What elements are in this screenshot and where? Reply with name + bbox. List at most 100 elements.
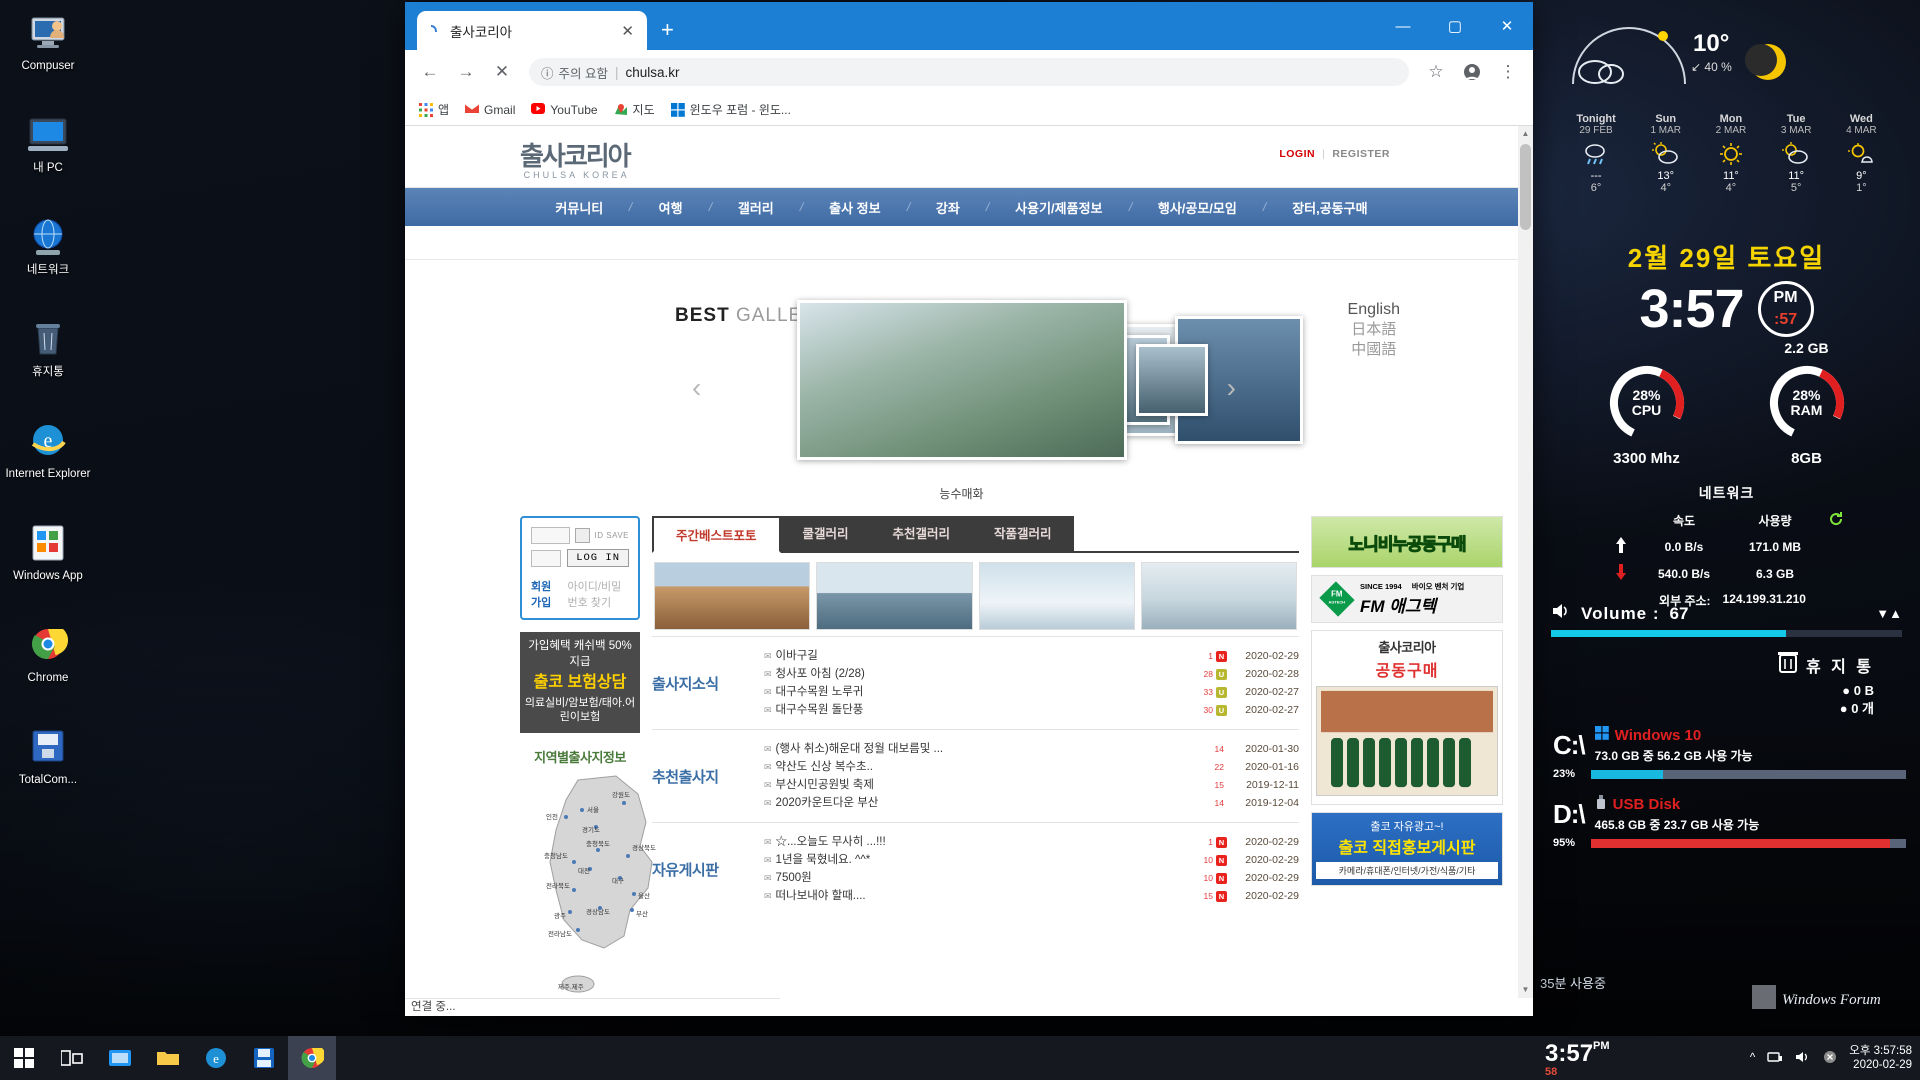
- page-scrollbar[interactable]: ▲ ▼: [1518, 126, 1533, 998]
- task-view-icon[interactable]: [48, 1036, 96, 1080]
- tray-volume-icon[interactable]: [1795, 1050, 1811, 1067]
- tab-cool-gallery[interactable]: 쿨갤러리: [780, 516, 871, 551]
- gallery-thumbnail[interactable]: [978, 562, 1135, 630]
- volume-bar[interactable]: [1551, 630, 1902, 637]
- widget-clock-row: 3:57 PM :57: [1533, 278, 1920, 340]
- tab-recommended-gallery[interactable]: 추천갤러리: [870, 516, 973, 551]
- desktop-icon-compuser[interactable]: Compuser: [0, 8, 96, 73]
- banner-free-ad[interactable]: 출코 자유광고~! 출코 직접홍보게시판 카메라/휴대폰/인터넷/가전/식품/기…: [1311, 812, 1503, 886]
- minimize-button[interactable]: —: [1377, 2, 1429, 50]
- login-submit-button[interactable]: LOG IN: [567, 549, 629, 567]
- news-row[interactable]: ✉ 대구수목원 돌단풍 30 U 2020-02-27: [764, 701, 1299, 719]
- tab-close-icon[interactable]: ✕: [618, 22, 637, 40]
- banner-coop-purchase[interactable]: 출사코리아 공동구매: [1311, 630, 1503, 805]
- gallery-thumbnail[interactable]: [1140, 562, 1297, 630]
- security-warning[interactable]: ⓘ 주의 요함: [541, 63, 608, 82]
- site-logo[interactable]: 출사코리아 CHULSA KOREA: [520, 136, 632, 180]
- scrollbar-thumb[interactable]: [1520, 144, 1531, 230]
- page-viewport: 출사코리아 CHULSA KOREA LOGIN | REGISTER 커뮤니티…: [405, 126, 1533, 1016]
- close-button[interactable]: ✕: [1481, 2, 1533, 50]
- news-row[interactable]: ✉ ☆...오늘도 무사히 ...!!! 1 N 2020-02-29: [764, 833, 1299, 851]
- nav-item-lecture[interactable]: 강좌: [910, 198, 986, 217]
- join-link[interactable]: 회원 가입: [531, 578, 559, 610]
- news-row[interactable]: ✉ 청사포 아침 (2/28) 28 U 2020-02-28: [764, 665, 1299, 683]
- maximize-button[interactable]: ▢: [1429, 2, 1481, 50]
- bookmark-youtube[interactable]: YouTube: [531, 102, 598, 117]
- tab-weekly-best-photo[interactable]: 주간베스트포토: [652, 516, 781, 553]
- news-row[interactable]: ✉ 대구수목원 노루귀 33 U 2020-02-27: [764, 683, 1299, 701]
- login-password-input[interactable]: [531, 549, 562, 567]
- chrome-icon[interactable]: [288, 1036, 336, 1080]
- news-row[interactable]: ✉ 부산시민공원빛 축제 15 2019-12-11: [764, 776, 1299, 794]
- news-row[interactable]: ✉ 1년을 묵혔네요. ^^* 10 N 2020-02-29: [764, 851, 1299, 869]
- news-row[interactable]: ✉ 약산도 신상 복수초.. 22 2020-01-16: [764, 758, 1299, 776]
- network-refresh-icon[interactable]: [1822, 509, 1850, 532]
- internet-explorer-icon[interactable]: e: [192, 1036, 240, 1080]
- save-disk-icon[interactable]: [240, 1036, 288, 1080]
- nav-item-events[interactable]: 행사/공모/모임: [1132, 198, 1263, 217]
- carousel-slide-main[interactable]: [796, 300, 1127, 460]
- scroll-down-icon[interactable]: ▼: [1518, 982, 1533, 998]
- recycle-bin-widget[interactable]: 휴 지 통 ● 0 B ● 0 개: [1533, 650, 1920, 717]
- nav-item-gallery[interactable]: 갤러리: [712, 198, 800, 217]
- news-row[interactable]: ✉ 이바구길 1 N 2020-02-29: [764, 647, 1299, 665]
- bookmark-apps[interactable]: 앱: [419, 101, 449, 118]
- back-icon[interactable]: ←: [415, 57, 445, 87]
- address-bar[interactable]: ⓘ 주의 요함 | chulsa.kr: [529, 58, 1409, 86]
- desktop-icon-internet-explorer[interactable]: e Internet Explorer: [0, 416, 96, 481]
- volume-stepper-icons[interactable]: ▼▲: [1876, 606, 1902, 621]
- desktop-icon-recycle-bin[interactable]: 휴지통: [0, 314, 96, 379]
- profile-avatar-icon[interactable]: [1457, 57, 1487, 87]
- insurance-banner[interactable]: 가입혜택 캐쉬백 50%지급 출코 보험상담 의료실비/암보험/태아.어린이보험: [520, 632, 640, 734]
- forward-icon[interactable]: →: [451, 57, 481, 87]
- id-save-checkbox[interactable]: [574, 528, 590, 543]
- tray-datetime[interactable]: 오후 3:57:58 2020-02-29: [1849, 1044, 1912, 1072]
- drive-c[interactable]: C:\ Windows 10 73.0 GB 중 56.2 GB 사용 가능 2…: [1533, 726, 1920, 780]
- carousel-slide[interactable]: [1136, 344, 1208, 416]
- desktop-icon-network[interactable]: 네트워크: [0, 212, 96, 277]
- tray-network-icon[interactable]: [1767, 1050, 1783, 1067]
- windows-start-icon[interactable]: [0, 1036, 48, 1080]
- banner-noni-soap[interactable]: 노니비누공동구매: [1311, 516, 1503, 568]
- nav-item-community[interactable]: 커뮤니티: [529, 198, 629, 217]
- nav-item-market[interactable]: 장터,공동구매: [1266, 198, 1393, 217]
- desktop-icon-chrome[interactable]: Chrome: [0, 620, 96, 685]
- find-id-pw-link[interactable]: 아이디/비밀번호 찾기: [568, 578, 629, 610]
- bookmark-maps[interactable]: 지도: [614, 101, 655, 118]
- chrome-menu-icon[interactable]: ⋮: [1493, 57, 1523, 87]
- desktop-icon-windows-app[interactable]: Windows App: [0, 518, 96, 583]
- file-explorer-blue-icon[interactable]: [96, 1036, 144, 1080]
- bookmark-star-icon[interactable]: ☆: [1421, 57, 1451, 87]
- news-row[interactable]: ✉ 7500원 10 N 2020-02-29: [764, 869, 1299, 887]
- news-row[interactable]: ✉ (행사 취소)해운대 정월 대보름및 ... 14 2020-01-30: [764, 740, 1299, 758]
- login-link[interactable]: LOGIN: [1279, 148, 1315, 160]
- folder-icon[interactable]: [144, 1036, 192, 1080]
- nav-item-chulsa-info[interactable]: 출사 정보: [803, 198, 906, 217]
- bookmark-gmail[interactable]: Gmail: [464, 103, 515, 117]
- scroll-up-icon[interactable]: ▲: [1518, 126, 1533, 142]
- volume-icon[interactable]: [1551, 602, 1571, 625]
- carousel-next-icon[interactable]: ›: [1227, 372, 1236, 404]
- news-row[interactable]: ✉ 떠나보내야 할때.... 15 N 2020-02-29: [764, 887, 1299, 905]
- desktop-icon-total-commander[interactable]: TotalCom...: [0, 722, 96, 787]
- gallery-thumbnail[interactable]: [816, 562, 973, 630]
- desktop-icon-my-pc[interactable]: 내 PC: [0, 110, 96, 175]
- banner-fm-agtech[interactable]: FM AGTECH SINCE 1994 바이오 벤처 기업 FM 애그텍: [1311, 575, 1503, 623]
- korea-region-map[interactable]: 서울 인천 경기도 강원도 충청북도 충청남도 경상북도 대전 대구 전라북도: [520, 770, 656, 1000]
- tray-chevron-icon[interactable]: ^: [1750, 1052, 1755, 1064]
- news-row[interactable]: ✉ 2020카운트다운 부산 14 2019-12-04: [764, 794, 1299, 812]
- nav-item-reviews[interactable]: 사용기/제품정보: [989, 198, 1128, 217]
- new-tab-button[interactable]: +: [661, 19, 674, 41]
- tray-close-icon[interactable]: [1823, 1050, 1837, 1067]
- bookmark-windows-forum[interactable]: 윈도우 포럼 - 윈도...: [670, 101, 791, 118]
- computer-person-icon: [24, 8, 72, 56]
- stop-icon[interactable]: ✕: [487, 57, 517, 87]
- drive-d[interactable]: D:\ USB Disk 465.8 GB 중 23.7 GB 사용 가능 95…: [1533, 795, 1920, 849]
- carousel-prev-icon[interactable]: ‹: [692, 372, 701, 404]
- register-link[interactable]: REGISTER: [1332, 148, 1390, 160]
- login-id-input[interactable]: [531, 527, 570, 544]
- browser-tab[interactable]: 출사코리아 ✕: [417, 11, 647, 50]
- gallery-thumbnail[interactable]: [654, 562, 811, 630]
- nav-item-travel[interactable]: 여행: [633, 198, 709, 217]
- tab-works-gallery[interactable]: 작품갤러리: [972, 516, 1074, 551]
